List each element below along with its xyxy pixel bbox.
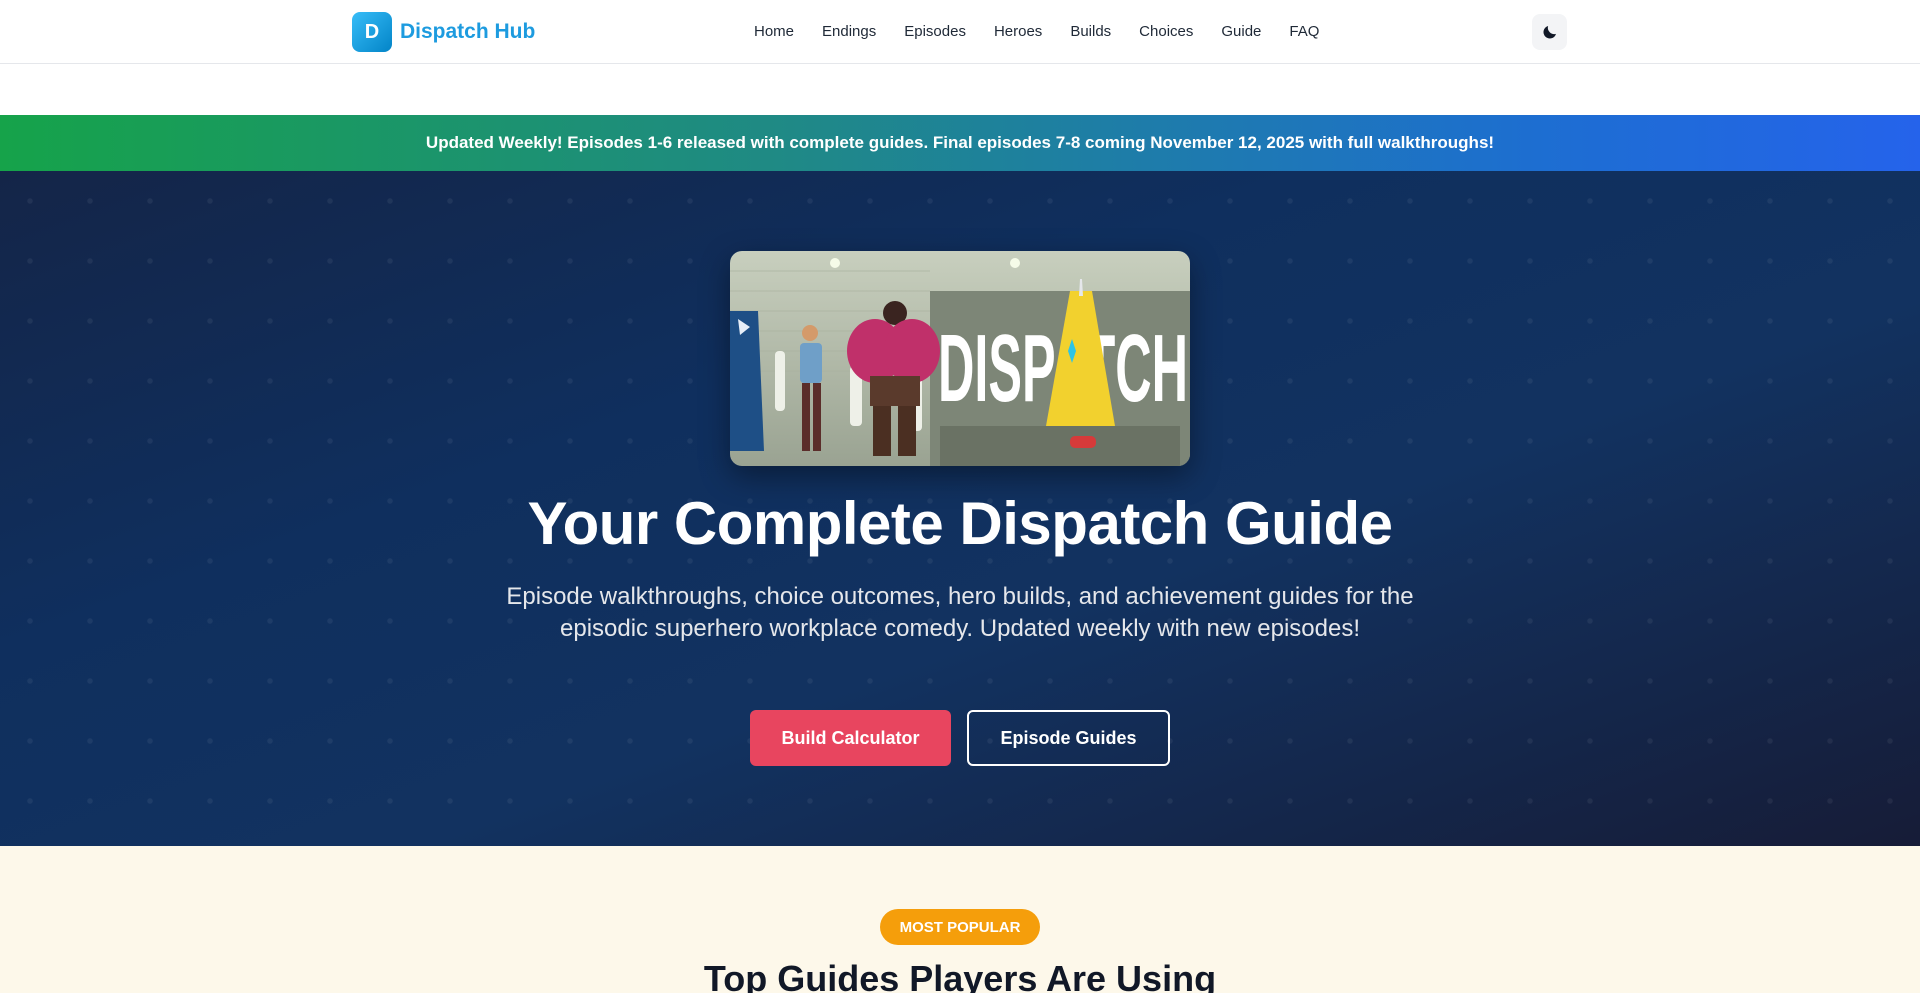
brand-logo-link[interactable]: D Dispatch Hub	[352, 12, 535, 52]
announcement-text: Updated Weekly! Episodes 1-6 released wi…	[425, 133, 1495, 152]
nav-link-guide[interactable]: Guide	[1207, 20, 1275, 44]
nav-link-heroes[interactable]: Heroes	[980, 20, 1056, 44]
nav-link-builds[interactable]: Builds	[1056, 20, 1125, 44]
section-title: Top Guides Players Are Using	[703, 958, 1217, 993]
hero-title: Your Complete Dispatch Guide	[527, 490, 1394, 557]
top-navbar: D Dispatch Hub Home Endings Episodes Her…	[0, 0, 1920, 64]
brand-name: Dispatch Hub	[400, 20, 536, 43]
episode-guides-button[interactable]: Episode Guides	[967, 710, 1170, 766]
nav-link-choices[interactable]: Choices	[1125, 20, 1207, 44]
build-calculator-button[interactable]: Build Calculator	[750, 710, 951, 766]
popular-guides-section: MOST POPULAR Top Guides Players Are Usin…	[0, 846, 1920, 993]
theme-toggle-button[interactable]	[1532, 14, 1567, 50]
key-art-illustration: DISPATCH	[730, 251, 1190, 466]
nav-link-home[interactable]: Home	[740, 20, 808, 44]
hero-section: DISPATCH Your Complete Dispatch Guide Ep…	[0, 171, 1920, 846]
announcement-banner: Updated Weekly! Episodes 1-6 released wi…	[0, 115, 1920, 171]
brand-logo-icon: D	[352, 12, 392, 52]
nav-link-episodes[interactable]: Episodes	[890, 20, 980, 44]
nav-link-endings[interactable]: Endings	[808, 20, 890, 44]
hero-key-art-image: DISPATCH	[730, 251, 1190, 466]
hero-subtitle: Episode walkthroughs, choice outcomes, h…	[506, 583, 1414, 642]
main-nav: Home Endings Episodes Heroes Builds Choi…	[740, 20, 1333, 44]
most-popular-badge: MOST POPULAR	[880, 909, 1040, 945]
nav-link-faq[interactable]: FAQ	[1275, 20, 1333, 44]
moon-icon	[1542, 26, 1556, 39]
